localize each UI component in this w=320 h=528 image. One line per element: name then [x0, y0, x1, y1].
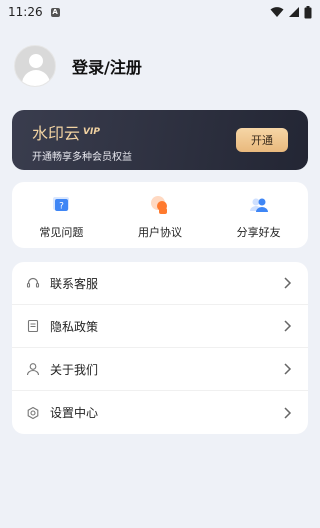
quick-item-share[interactable]: 分享好友 — [209, 182, 308, 248]
settings-menu: 联系客服 隐私政策 关于我们 设置中心 — [12, 262, 308, 434]
menu-item-about-us[interactable]: 关于我们 — [12, 348, 308, 391]
menu-item-label: 设置中心 — [50, 406, 99, 420]
notification-badge: A — [50, 7, 60, 17]
status-bar: 11:26 A — [0, 0, 320, 24]
signal-icon — [289, 7, 299, 17]
login-register-link[interactable]: 登录/注册 — [72, 54, 142, 78]
chevron-right-icon — [284, 406, 292, 419]
share-friends-icon — [249, 198, 268, 212]
menu-item-label: 隐私政策 — [50, 319, 99, 334]
status-indicators — [270, 5, 312, 19]
vip-membership-card[interactable]: 水印云 VIP 开通畅享多种会员权益 开通 — [12, 110, 308, 170]
menu-item-settings[interactable]: 设置中心 — [12, 391, 308, 434]
menu-item-label: 关于我们 — [50, 362, 99, 377]
avatar[interactable] — [14, 45, 56, 87]
chevron-right-icon — [284, 363, 292, 375]
profile-header[interactable]: 登录/注册 — [14, 44, 142, 88]
vip-brand-name: 水印云 — [32, 124, 81, 143]
vip-title: 水印云 VIP — [32, 120, 100, 144]
svg-text:?: ? — [59, 202, 64, 212]
headset-icon — [26, 277, 40, 288]
quick-item-agreement[interactable]: 用户协议 — [111, 182, 210, 248]
menu-item-contact-support[interactable]: 联系客服 — [12, 262, 308, 305]
settings-gear-icon — [27, 406, 39, 419]
quick-item-label: 分享好友 — [236, 226, 281, 239]
vip-activate-button[interactable]: 开通 — [236, 128, 288, 152]
menu-item-privacy-policy[interactable]: 隐私政策 — [12, 305, 308, 348]
quick-item-label: 常见问题 — [39, 226, 84, 239]
agreement-icon — [151, 196, 167, 214]
vip-tag: VIP — [83, 127, 100, 137]
status-time: 11:26 — [8, 5, 43, 19]
quick-item-label: 用户协议 — [138, 226, 182, 239]
wifi-icon — [270, 7, 284, 17]
quick-actions-card: ? 常见问题 用户协议 分享好友 — [12, 182, 308, 248]
chevron-right-icon — [284, 320, 292, 332]
document-icon — [27, 319, 39, 333]
menu-item-label: 联系客服 — [50, 276, 99, 291]
battery-icon — [304, 5, 312, 18]
user-icon — [26, 363, 40, 376]
quick-item-faq[interactable]: ? 常见问题 — [12, 182, 111, 248]
faq-icon: ? — [53, 197, 70, 212]
vip-subtitle: 开通畅享多种会员权益 — [32, 152, 132, 163]
chevron-right-icon — [284, 277, 292, 289]
